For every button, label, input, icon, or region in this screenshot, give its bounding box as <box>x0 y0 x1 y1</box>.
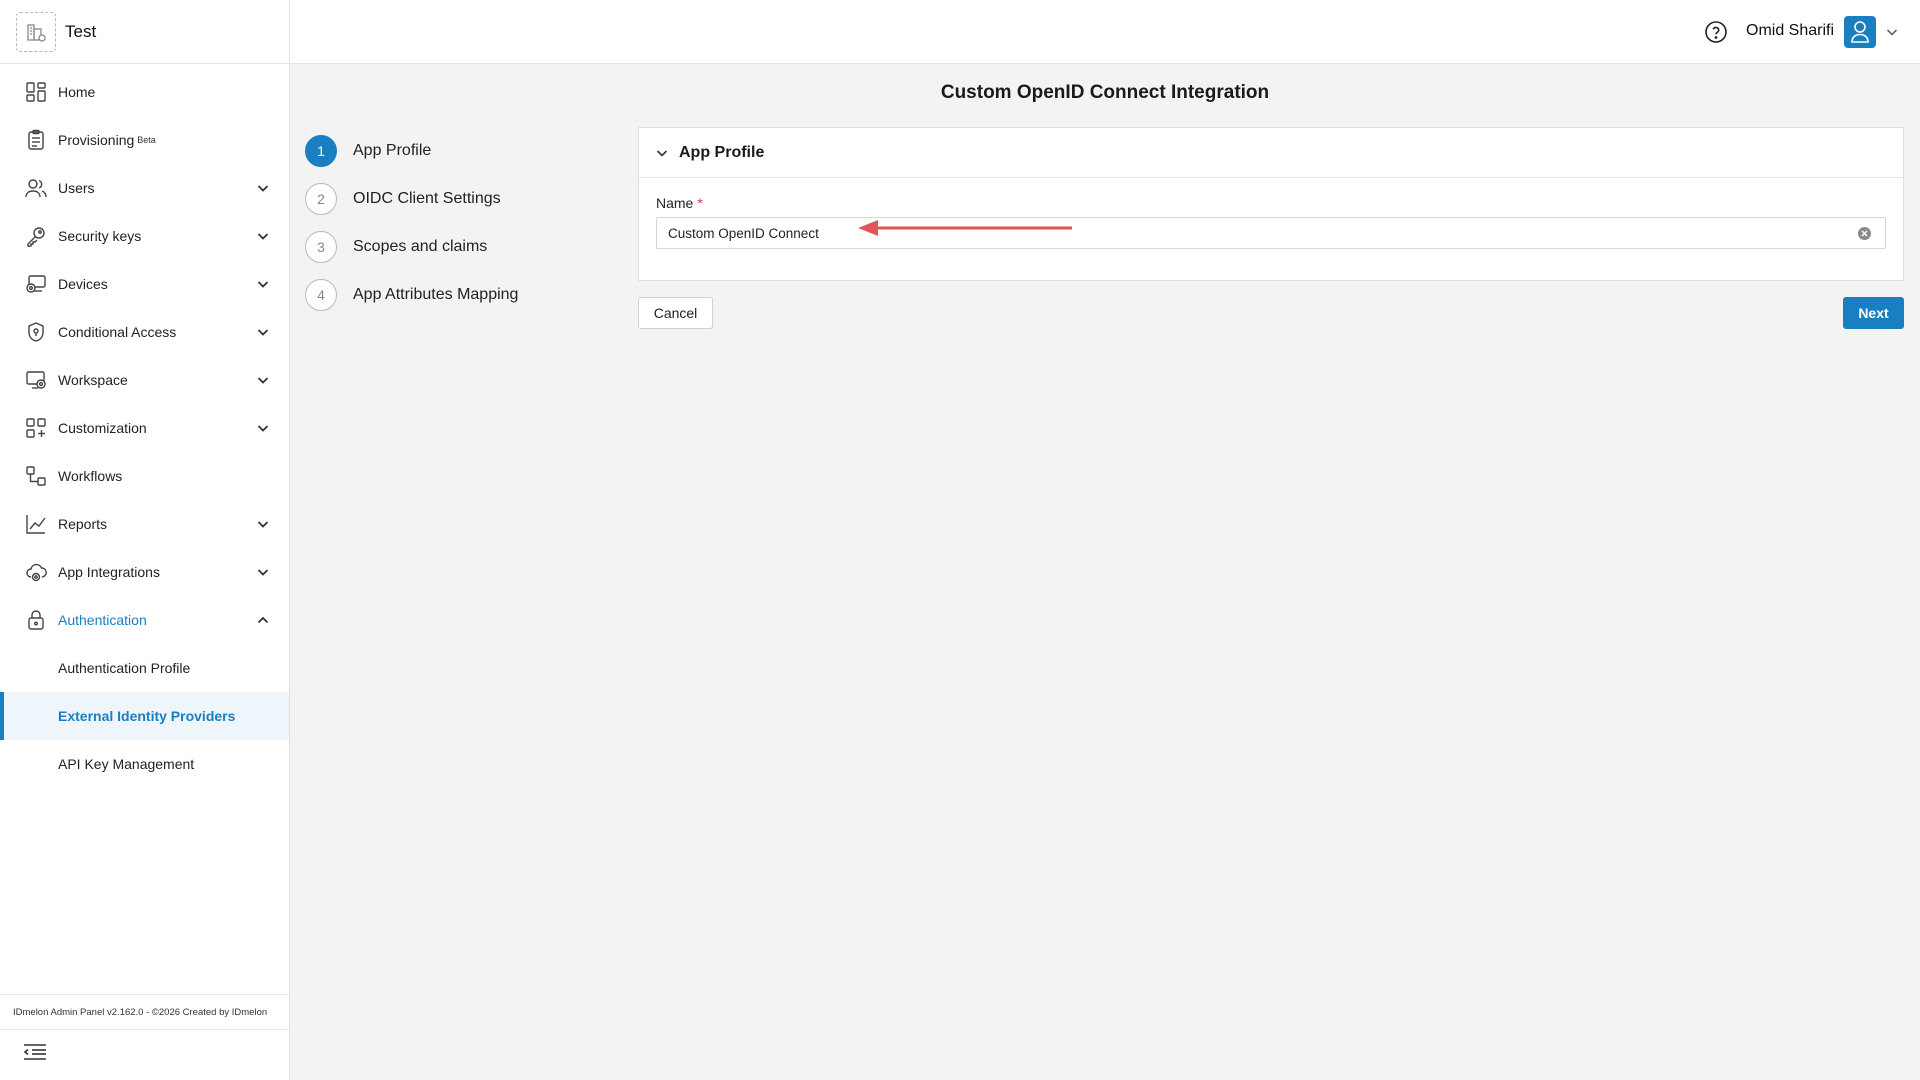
step-label: OIDC Client Settings <box>353 190 501 207</box>
chevron-down-icon <box>257 569 269 576</box>
home-grid-icon <box>24 80 48 104</box>
workflow-icon <box>24 464 48 488</box>
chevron-down-icon <box>656 149 668 157</box>
beta-badge: Beta <box>137 135 156 145</box>
step-number: 2 <box>305 183 337 215</box>
name-input-value: Custom OpenID Connect <box>668 225 819 241</box>
avatar[interactable] <box>1844 16 1876 48</box>
page-title: Custom OpenID Connect Integration <box>940 82 1270 103</box>
required-asterisk: * <box>697 195 703 211</box>
monitor-settings-icon <box>24 368 48 392</box>
name-input[interactable]: Custom OpenID Connect <box>656 217 1886 249</box>
panel-title: App Profile <box>679 143 765 161</box>
sidebar-item-users[interactable]: Users <box>0 164 289 212</box>
grid-plus-icon <box>24 416 48 440</box>
sidebar-subitem-api-key-management[interactable]: API Key Management <box>0 740 289 788</box>
devices-icon <box>24 272 48 296</box>
sidebar-item-conditional-access[interactable]: Conditional Access <box>0 308 289 356</box>
sidebar-item-workspace[interactable]: Workspace <box>0 356 289 404</box>
sidebar-subitem-label: API Key Management <box>58 756 195 772</box>
sidebar: Test Home Provisioning Beta Users Securi… <box>0 0 290 1080</box>
footer-copyright: IDmelon Admin Panel v2.162.0 - ©2026 Cre… <box>0 994 290 1030</box>
sidebar-subitem-external-identity-providers[interactable]: External Identity Providers <box>0 692 289 740</box>
building-icon <box>16 11 56 52</box>
app-profile-panel: App Profile Name * Custom OpenID Connect <box>638 127 1904 281</box>
chevron-down-icon <box>257 521 269 528</box>
next-button[interactable]: Next <box>1843 297 1904 329</box>
annotation-arrow <box>858 220 1072 236</box>
sidebar-item-workflows[interactable]: Workflows <box>0 452 289 500</box>
users-icon <box>24 176 48 200</box>
sidebar-item-customization[interactable]: Customization <box>0 404 289 452</box>
chart-line-icon <box>24 512 48 536</box>
sidebar-item-label: Users <box>58 180 95 196</box>
name-label-text: Name <box>656 195 694 211</box>
lock-icon <box>24 608 48 632</box>
sidebar-subitem-label: External Identity Providers <box>58 708 236 724</box>
user-name[interactable]: Omid Sharifi <box>1746 22 1834 40</box>
sidebar-item-label: Provisioning <box>58 132 135 148</box>
sidebar-subitem-authentication-profile[interactable]: Authentication Profile <box>0 644 289 692</box>
sidebar-item-label: Workspace <box>58 372 128 388</box>
shield-location-icon <box>24 320 48 344</box>
top-bar: Omid Sharifi <box>290 0 1920 64</box>
sidebar-item-label: Reports <box>58 516 108 532</box>
sidebar-item-label: Workflows <box>58 468 123 484</box>
chevron-down-icon <box>257 233 269 240</box>
sidebar-item-authentication[interactable]: Authentication <box>0 596 289 644</box>
sidebar-item-devices[interactable]: Devices <box>0 260 289 308</box>
chevron-down-icon[interactable] <box>1884 24 1900 40</box>
sidebar-nav: Home Provisioning Beta Users Security ke… <box>0 64 289 788</box>
app-profile-panel-header[interactable]: App Profile <box>639 128 1903 178</box>
step-number: 3 <box>305 231 337 263</box>
chevron-down-icon <box>257 425 269 432</box>
sidebar-subitem-label: Authentication Profile <box>58 660 191 676</box>
collapse-sidebar-icon[interactable] <box>22 1040 48 1064</box>
sidebar-item-label: Authentication <box>58 612 147 628</box>
sidebar-item-provisioning[interactable]: Provisioning Beta <box>0 116 289 164</box>
step-label: App Attributes Mapping <box>353 286 519 303</box>
chevron-down-icon <box>257 377 269 384</box>
chevron-down-icon <box>257 329 269 336</box>
step-label: App Profile <box>353 142 432 159</box>
sidebar-item-label: Security keys <box>58 228 142 244</box>
sidebar-item-label: App Integrations <box>58 564 160 580</box>
clipboard-icon <box>24 128 48 152</box>
step-label: Scopes and claims <box>353 238 488 255</box>
sidebar-item-label: Home <box>58 84 96 100</box>
step-number: 1 <box>305 135 337 167</box>
sidebar-item-label: Customization <box>58 420 147 436</box>
step-scopes-and-claims[interactable]: 3 Scopes and claims <box>305 230 487 264</box>
sidebar-item-app-integrations[interactable]: App Integrations <box>0 548 289 596</box>
step-app-attributes-mapping[interactable]: 4 App Attributes Mapping <box>305 278 518 312</box>
sidebar-item-home[interactable]: Home <box>0 68 289 116</box>
chevron-down-icon <box>257 281 269 288</box>
step-number: 4 <box>305 279 337 311</box>
name-field-label: Name * <box>656 195 703 211</box>
key-icon <box>24 224 48 248</box>
help-icon[interactable] <box>1704 20 1728 44</box>
cancel-button[interactable]: Cancel <box>638 297 713 329</box>
cloud-gear-icon <box>24 560 48 584</box>
step-app-profile[interactable]: 1 App Profile <box>305 134 431 168</box>
org-switcher[interactable]: Test <box>0 0 289 64</box>
clear-input-icon[interactable] <box>1858 227 1871 240</box>
chevron-down-icon <box>257 185 269 192</box>
sidebar-item-security-keys[interactable]: Security keys <box>0 212 289 260</box>
sidebar-item-label: Devices <box>58 276 108 292</box>
org-name: Test <box>65 21 97 41</box>
sidebar-item-label: Conditional Access <box>58 324 177 340</box>
sidebar-item-reports[interactable]: Reports <box>0 500 289 548</box>
step-oidc-client-settings[interactable]: 2 OIDC Client Settings <box>305 182 501 216</box>
chevron-up-icon <box>257 616 269 624</box>
